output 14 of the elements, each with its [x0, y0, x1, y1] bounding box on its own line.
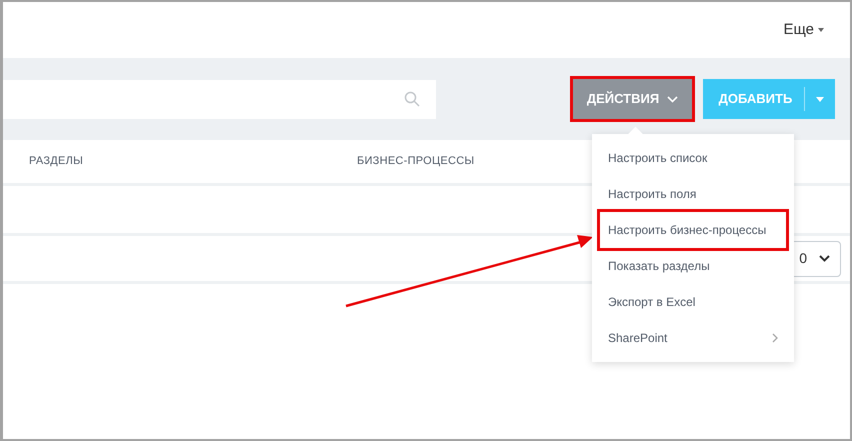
column-header: РАЗДЕЛЫ [29, 154, 84, 170]
chevron-down-icon [819, 255, 830, 262]
caret-icon [818, 28, 824, 32]
chevron-right-icon [772, 333, 778, 343]
search-icon [404, 91, 420, 107]
caret-icon[interactable] [816, 96, 824, 102]
chevron-down-icon [667, 96, 678, 102]
more-menu[interactable]: Еще [783, 18, 824, 42]
menu-item[interactable]: Экспорт в Excel [600, 284, 786, 320]
menu-item[interactable]: SharePoint [600, 320, 786, 356]
menu-item[interactable]: Настроить поля [600, 176, 786, 212]
menu-item[interactable]: Настроить список [600, 140, 786, 176]
column-header: БИЗНЕС-ПРОЦЕССЫ [357, 154, 474, 170]
search-field[interactable] [3, 80, 436, 118]
